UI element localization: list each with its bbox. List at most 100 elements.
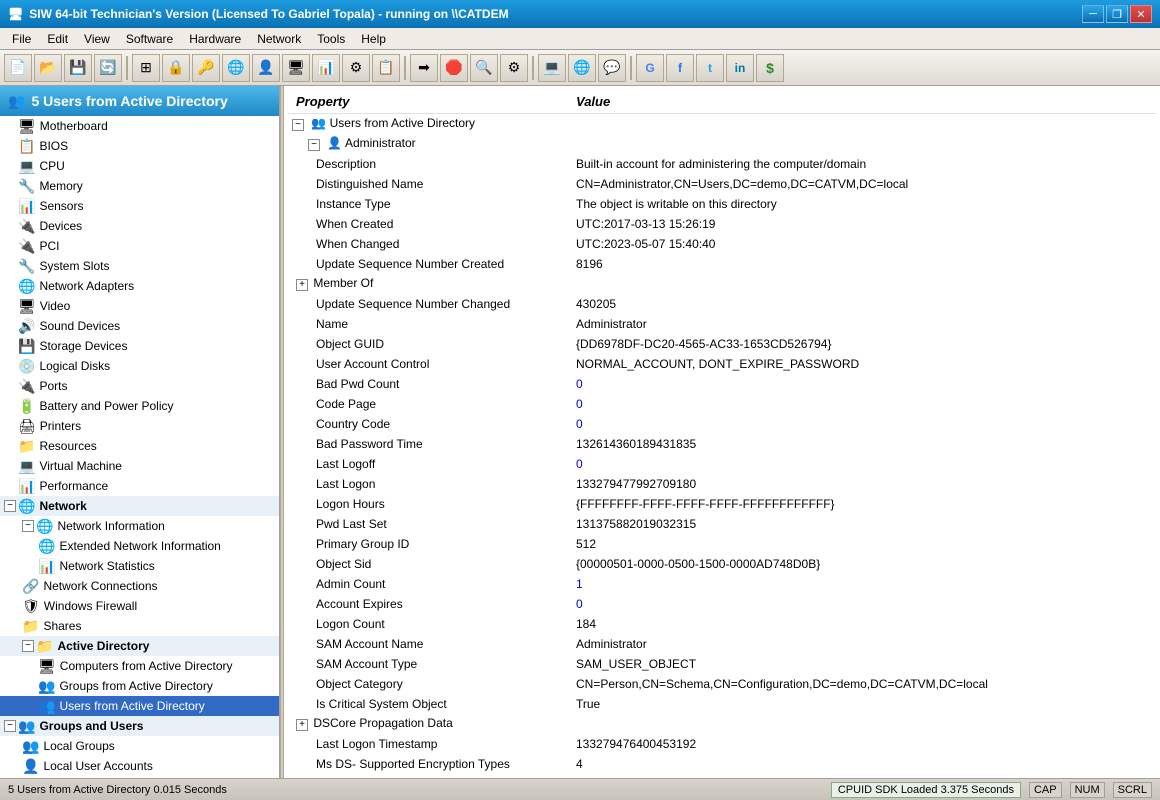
toolbar-globe[interactable]: 🌐	[222, 54, 250, 82]
tree-item-network-conn[interactable]: 🔗 Network Connections	[0, 576, 279, 596]
menu-help[interactable]: Help	[353, 30, 394, 48]
menu-edit[interactable]: Edit	[39, 30, 76, 48]
tree-item-resources[interactable]: 📁 Resources	[0, 436, 279, 456]
toolbar-sep1	[126, 56, 128, 80]
toolbar-arrow[interactable]: ➡	[410, 54, 438, 82]
tree-item-local-groups[interactable]: 👥 Local Groups	[0, 736, 279, 756]
table-row: Logon Hours{FFFFFFFF-FFFF-FFFF-FFFF-FFFF…	[288, 494, 1156, 514]
close-button[interactable]: ✕	[1130, 5, 1152, 23]
toolbar-lock[interactable]: 🔒	[162, 54, 190, 82]
toolbar-chat[interactable]: 💬	[598, 54, 626, 82]
tree-item-groups-ad[interactable]: 👥 Groups from Active Directory	[0, 676, 279, 696]
table-row: Country Code0	[288, 414, 1156, 434]
toolbar-save[interactable]: 💾	[64, 54, 92, 82]
value-cell: CN=Person,CN=Schema,CN=Configuration,DC=…	[568, 674, 1156, 694]
menu-tools[interactable]: Tools	[309, 30, 353, 48]
toolbar-google[interactable]: G	[636, 54, 664, 82]
tree-item-network-adapters[interactable]: 🌐 Network Adapters	[0, 276, 279, 296]
tree-item-system-slots[interactable]: 🔧 System Slots	[0, 256, 279, 276]
toolbar-key[interactable]: 🔑	[192, 54, 220, 82]
panel-count: 5 Users from Active Directory	[31, 93, 227, 109]
tree-item-local-user-accounts[interactable]: 👤 Local User Accounts	[0, 756, 279, 776]
network-expand[interactable]: −	[4, 500, 16, 512]
table-row: Object CategoryCN=Person,CN=Schema,CN=Co…	[288, 674, 1156, 694]
value-cell: 8196	[568, 254, 1156, 274]
value-cell	[568, 714, 1156, 734]
tree-item-devices[interactable]: 🔌 Devices	[0, 216, 279, 236]
tree-item-windows-firewall[interactable]: 🛡 Windows Firewall	[0, 596, 279, 616]
menu-network[interactable]: Network	[249, 30, 309, 48]
tree-item-virtual-machine[interactable]: 💻 Virtual Machine	[0, 456, 279, 476]
toolbar-fb[interactable]: f	[666, 54, 694, 82]
toolbar-chart[interactable]: 📊	[312, 54, 340, 82]
tree-item-storage[interactable]: 💾 Storage Devices	[0, 336, 279, 356]
toolbar-li[interactable]: in	[726, 54, 754, 82]
property-cell: Distinguished Name	[288, 174, 568, 194]
toolbar: 📄 📂 💾 🔄 ⊞ 🔒 🔑 🌐 👤 🖥 📊 ⚙ 📋 ➡ 🛑 🔍 ⚙ 💻 🌐 💬 …	[0, 50, 1160, 86]
tree-item-sensors[interactable]: 📊 Sensors	[0, 196, 279, 216]
tree-item-network-section[interactable]: − 🌐 Network	[0, 496, 279, 516]
tree-container[interactable]: 🖥 Motherboard 📋 BIOS 💻 CPU 🔧 Memory 📊 Se…	[0, 116, 279, 778]
tree-item-computers-ad[interactable]: 🖥 Computers from Active Directory	[0, 656, 279, 676]
toolbar-network2[interactable]: 🌐	[568, 54, 596, 82]
tree-item-battery[interactable]: 🔋 Battery and Power Policy	[0, 396, 279, 416]
tree-item-logical-disks[interactable]: 💿 Logical Disks	[0, 356, 279, 376]
ad-expand[interactable]: −	[22, 640, 34, 652]
memory-icon: 🔧	[18, 178, 35, 195]
tree-item-groups-users-section[interactable]: − 👥 Groups and Users	[0, 716, 279, 736]
property-cell: Last Logoff	[288, 454, 568, 474]
tree-item-pci[interactable]: 🔌 PCI	[0, 236, 279, 256]
battery-icon: 🔋	[18, 398, 35, 415]
tree-item-printers[interactable]: 🖨 Printers	[0, 416, 279, 436]
menu-hardware[interactable]: Hardware	[181, 30, 249, 48]
tree-item-motherboard[interactable]: 🖥 Motherboard	[0, 116, 279, 136]
toolbar-gear[interactable]: ⚙	[342, 54, 370, 82]
toolbar-sep3	[532, 56, 534, 80]
tree-item-video[interactable]: 🖥 Video	[0, 296, 279, 316]
menu-file[interactable]: File	[4, 30, 39, 48]
toolbar-user[interactable]: 👤	[252, 54, 280, 82]
tree-item-network-stats[interactable]: 📊 Network Statistics	[0, 556, 279, 576]
prop-expand[interactable]: +	[296, 719, 308, 731]
tree-item-memory[interactable]: 🔧 Memory	[0, 176, 279, 196]
tree-item-extended-network[interactable]: 🌐 Extended Network Information	[0, 536, 279, 556]
minimize-button[interactable]: ─	[1082, 5, 1104, 23]
toolbar-monitor[interactable]: 🖥	[282, 54, 310, 82]
toolbar-search-web[interactable]: 🔍	[470, 54, 498, 82]
toolbar-doc[interactable]: 📋	[372, 54, 400, 82]
tree-item-shares[interactable]: 📁 Shares	[0, 616, 279, 636]
toolbar-sep2	[404, 56, 406, 80]
toolbar-computer[interactable]: 💻	[538, 54, 566, 82]
menu-view[interactable]: View	[76, 30, 118, 48]
toolbar-dollar[interactable]: $	[756, 54, 784, 82]
shares-icon: 📁	[22, 618, 39, 635]
tree-item-users-ad[interactable]: 👥 Users from Active Directory	[0, 696, 279, 716]
tree-item-domain-groups[interactable]: 👥 Domain Groups	[0, 776, 279, 778]
network-info-expand[interactable]: −	[22, 520, 34, 532]
toolbar-settings2[interactable]: ⚙	[500, 54, 528, 82]
user-expand[interactable]: −	[308, 139, 320, 151]
computers-ad-icon: 🖥	[38, 658, 56, 675]
toolbar-tw[interactable]: t	[696, 54, 724, 82]
toolbar-open[interactable]: 📂	[34, 54, 62, 82]
restore-button[interactable]: ❐	[1106, 5, 1128, 23]
menu-software[interactable]: Software	[118, 30, 181, 48]
toolbar-refresh[interactable]: 🔄	[94, 54, 122, 82]
extended-network-icon: 🌐	[38, 538, 55, 555]
tree-item-ad-section[interactable]: − 📁 Active Directory	[0, 636, 279, 656]
tree-item-sound[interactable]: 🔊 Sound Devices	[0, 316, 279, 336]
toolbar-new[interactable]: 📄	[4, 54, 32, 82]
groups-users-expand[interactable]: −	[4, 720, 16, 732]
property-cell: Is Critical System Object	[288, 694, 568, 714]
prop-expand[interactable]: +	[296, 279, 308, 291]
tree-item-cpu[interactable]: 💻 CPU	[0, 156, 279, 176]
tree-item-ports[interactable]: 🔌 Ports	[0, 376, 279, 396]
tree-item-bios[interactable]: 📋 BIOS	[0, 136, 279, 156]
toolbar-stop[interactable]: 🛑	[440, 54, 468, 82]
section-expand[interactable]: −	[292, 119, 304, 131]
toolbar-windows[interactable]: ⊞	[132, 54, 160, 82]
window-controls[interactable]: ─ ❐ ✕	[1082, 5, 1152, 23]
tree-item-network-info[interactable]: − 🌐 Network Information	[0, 516, 279, 536]
tree-item-performance[interactable]: 📊 Performance	[0, 476, 279, 496]
right-content[interactable]: Property Value − 👥 Users from Active Dir…	[284, 86, 1160, 778]
